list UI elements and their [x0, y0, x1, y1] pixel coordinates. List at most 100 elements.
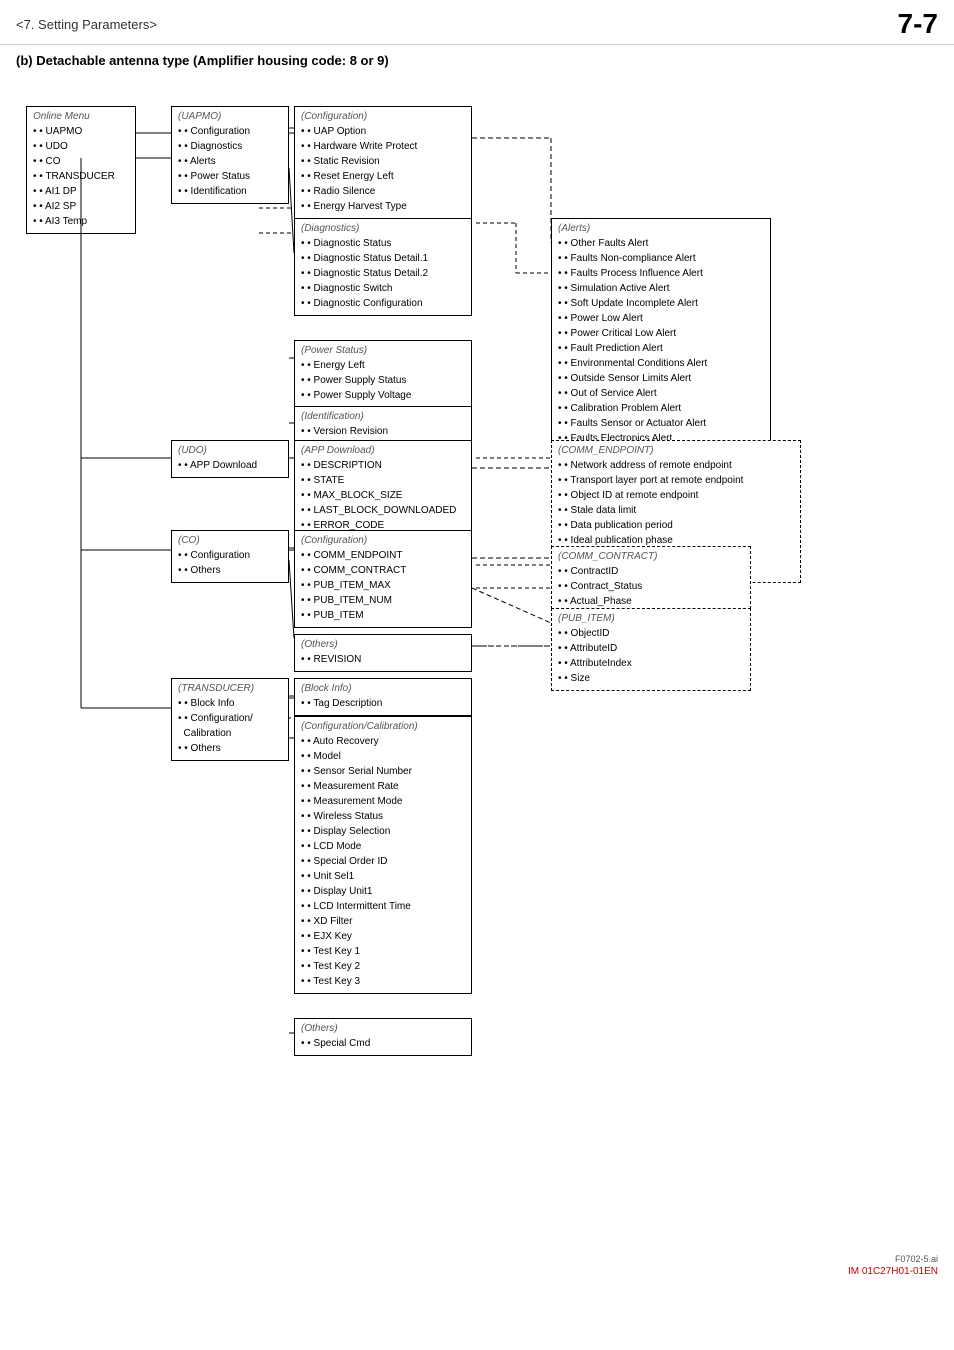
pub-item-label: (PUB_ITEM): [558, 613, 744, 624]
list-item: • LCD Intermittent Time: [301, 899, 465, 914]
list-item: • Other Faults Alert: [558, 236, 764, 251]
list-item: • Display Selection: [301, 824, 465, 839]
list-item: • MAX_BLOCK_SIZE: [301, 488, 465, 503]
list-item: • PUB_ITEM: [301, 608, 465, 623]
config-label: (Configuration): [301, 111, 465, 122]
list-item: • Diagnostic Status Detail.1: [301, 251, 465, 266]
alerts-list: • Other Faults Alert • Faults Non-compli…: [558, 236, 764, 446]
list-item: • LCD Mode: [301, 839, 465, 854]
comm-endpoint-label: (COMM_ENDPOINT): [558, 445, 794, 456]
connection-lines: [16, 78, 936, 1238]
section-title: (b) Detachable antenna type (Amplifier h…: [0, 45, 954, 74]
list-item: • PUB_ITEM_MAX: [301, 578, 465, 593]
list-item: • LAST_BLOCK_DOWNLOADED: [301, 503, 465, 518]
list-item: • COMM_CONTRACT: [301, 563, 465, 578]
box-others-transducer: (Others) • Special Cmd: [294, 1018, 472, 1056]
config-calib-label: (Configuration/Calibration): [301, 721, 465, 732]
list-item: • AttributeID: [558, 641, 744, 656]
list-item: • Power Status: [178, 169, 282, 184]
list-item: • APP Download: [178, 458, 282, 473]
list-item: • DESCRIPTION: [301, 458, 465, 473]
list-item: • Model: [301, 749, 465, 764]
co-list: • Configuration • Others: [178, 548, 282, 578]
co-config-label: (Configuration): [301, 535, 465, 546]
list-item: • Calibration Problem Alert: [558, 401, 764, 416]
diagram-lines: [16, 78, 936, 1238]
list-item: • Diagnostics: [178, 139, 282, 154]
list-item: • Energy Left: [301, 358, 465, 373]
list-item: • Size: [558, 671, 744, 686]
list-item: • Sensor Serial Number: [301, 764, 465, 779]
box-alerts: (Alerts) • Other Faults Alert • Faults N…: [551, 218, 771, 451]
list-item: • Environmental Conditions Alert: [558, 356, 764, 371]
box-pub-item: (PUB_ITEM) • ObjectID • AttributeID • At…: [551, 608, 751, 691]
list-item: • Version Revision: [301, 424, 465, 439]
header-title: <7. Setting Parameters>: [16, 17, 157, 32]
comm-contract-label: (COMM_CONTRACT): [558, 551, 744, 562]
box-udo: (UDO) • APP Download: [171, 440, 289, 478]
list-item: • Power Low Alert: [558, 311, 764, 326]
others-co-label: (Others): [301, 639, 465, 650]
list-item: • Reset Energy Left: [301, 169, 465, 184]
power-status-label: (Power Status): [301, 345, 465, 356]
box-transducer: (TRANSDUCER) • Block Info • Configuratio…: [171, 678, 289, 761]
list-item: • CO: [33, 154, 129, 169]
app-download-label: (APP Download): [301, 445, 465, 456]
online-menu-list: • UAPMO • UDO • CO • TRANSDUCER • AI1 DP…: [33, 124, 129, 229]
footer-ref: F0702-5.ai: [0, 1254, 954, 1264]
list-item: • Wireless Status: [301, 809, 465, 824]
list-item: • Auto Recovery: [301, 734, 465, 749]
list-item: • Test Key 1: [301, 944, 465, 959]
list-item: • Network address of remote endpoint: [558, 458, 794, 473]
diagram-area: Online Menu • UAPMO • UDO • CO • TRANSDU…: [16, 78, 936, 1238]
others-co-list: • REVISION: [301, 652, 465, 667]
list-item: • Energy Harvest Type: [301, 199, 465, 214]
list-item: • Data publication period: [558, 518, 794, 533]
list-item: • Diagnostic Status Detail.2: [301, 266, 465, 281]
box-diagnostics: (Diagnostics) • Diagnostic Status • Diag…: [294, 218, 472, 316]
list-item: • UDO: [33, 139, 129, 154]
list-item: • Static Revision: [301, 154, 465, 169]
pub-item-list: • ObjectID • AttributeID • AttributeInde…: [558, 626, 744, 686]
udo-label: (UDO): [178, 445, 282, 456]
list-item: • Configuration/ Calibration: [178, 711, 282, 741]
list-item: • Measurement Mode: [301, 794, 465, 809]
box-co: (CO) • Configuration • Others: [171, 530, 289, 583]
config-calib-list: • Auto Recovery • Model • Sensor Serial …: [301, 734, 465, 989]
list-item: • Diagnostic Status: [301, 236, 465, 251]
list-item: • PUB_ITEM_NUM: [301, 593, 465, 608]
app-download-list: • DESCRIPTION • STATE • MAX_BLOCK_SIZE •…: [301, 458, 465, 533]
list-item: • Test Key 2: [301, 959, 465, 974]
config-list: • UAP Option • Hardware Write Protect • …: [301, 124, 465, 214]
list-item: • STATE: [301, 473, 465, 488]
list-item: • AI2 SP: [33, 199, 129, 214]
list-item: • Power Critical Low Alert: [558, 326, 764, 341]
box-uapmo: (UAPMO) • Configuration • Diagnostics • …: [171, 106, 289, 204]
list-item: • Transport layer port at remote endpoin…: [558, 473, 794, 488]
list-item: • Object ID at remote endpoint: [558, 488, 794, 503]
block-info-label: (Block Info): [301, 683, 465, 694]
list-item: • Tag Description: [301, 696, 465, 711]
list-item: • Simulation Active Alert: [558, 281, 764, 296]
others-transducer-label: (Others): [301, 1023, 465, 1034]
block-info-list: • Tag Description: [301, 696, 465, 711]
diagnostics-label: (Diagnostics): [301, 223, 465, 234]
box-comm-contract: (COMM_CONTRACT) • ContractID • Contract_…: [551, 546, 751, 614]
udo-list: • APP Download: [178, 458, 282, 473]
list-item: • Others: [178, 741, 282, 756]
online-menu-label: Online Menu: [33, 111, 129, 122]
list-item: • Alerts: [178, 154, 282, 169]
list-item: • AI3 Temp: [33, 214, 129, 229]
doc-ref: IM 01C27H01-01EN: [0, 1264, 954, 1277]
alerts-label: (Alerts): [558, 223, 764, 234]
diagnostics-list: • Diagnostic Status • Diagnostic Status …: [301, 236, 465, 311]
uapmo-label: (UAPMO): [178, 111, 282, 122]
box-online-menu: Online Menu • UAPMO • UDO • CO • TRANSDU…: [26, 106, 136, 234]
list-item: • AttributeIndex: [558, 656, 744, 671]
list-item: • Faults Sensor or Actuator Alert: [558, 416, 764, 431]
box-config-calib: (Configuration/Calibration) • Auto Recov…: [294, 716, 472, 994]
list-item: • Soft Update Incomplete Alert: [558, 296, 764, 311]
list-item: • ContractID: [558, 564, 744, 579]
box-app-download: (APP Download) • DESCRIPTION • STATE • M…: [294, 440, 472, 538]
box-co-configuration: (Configuration) • COMM_ENDPOINT • COMM_C…: [294, 530, 472, 628]
